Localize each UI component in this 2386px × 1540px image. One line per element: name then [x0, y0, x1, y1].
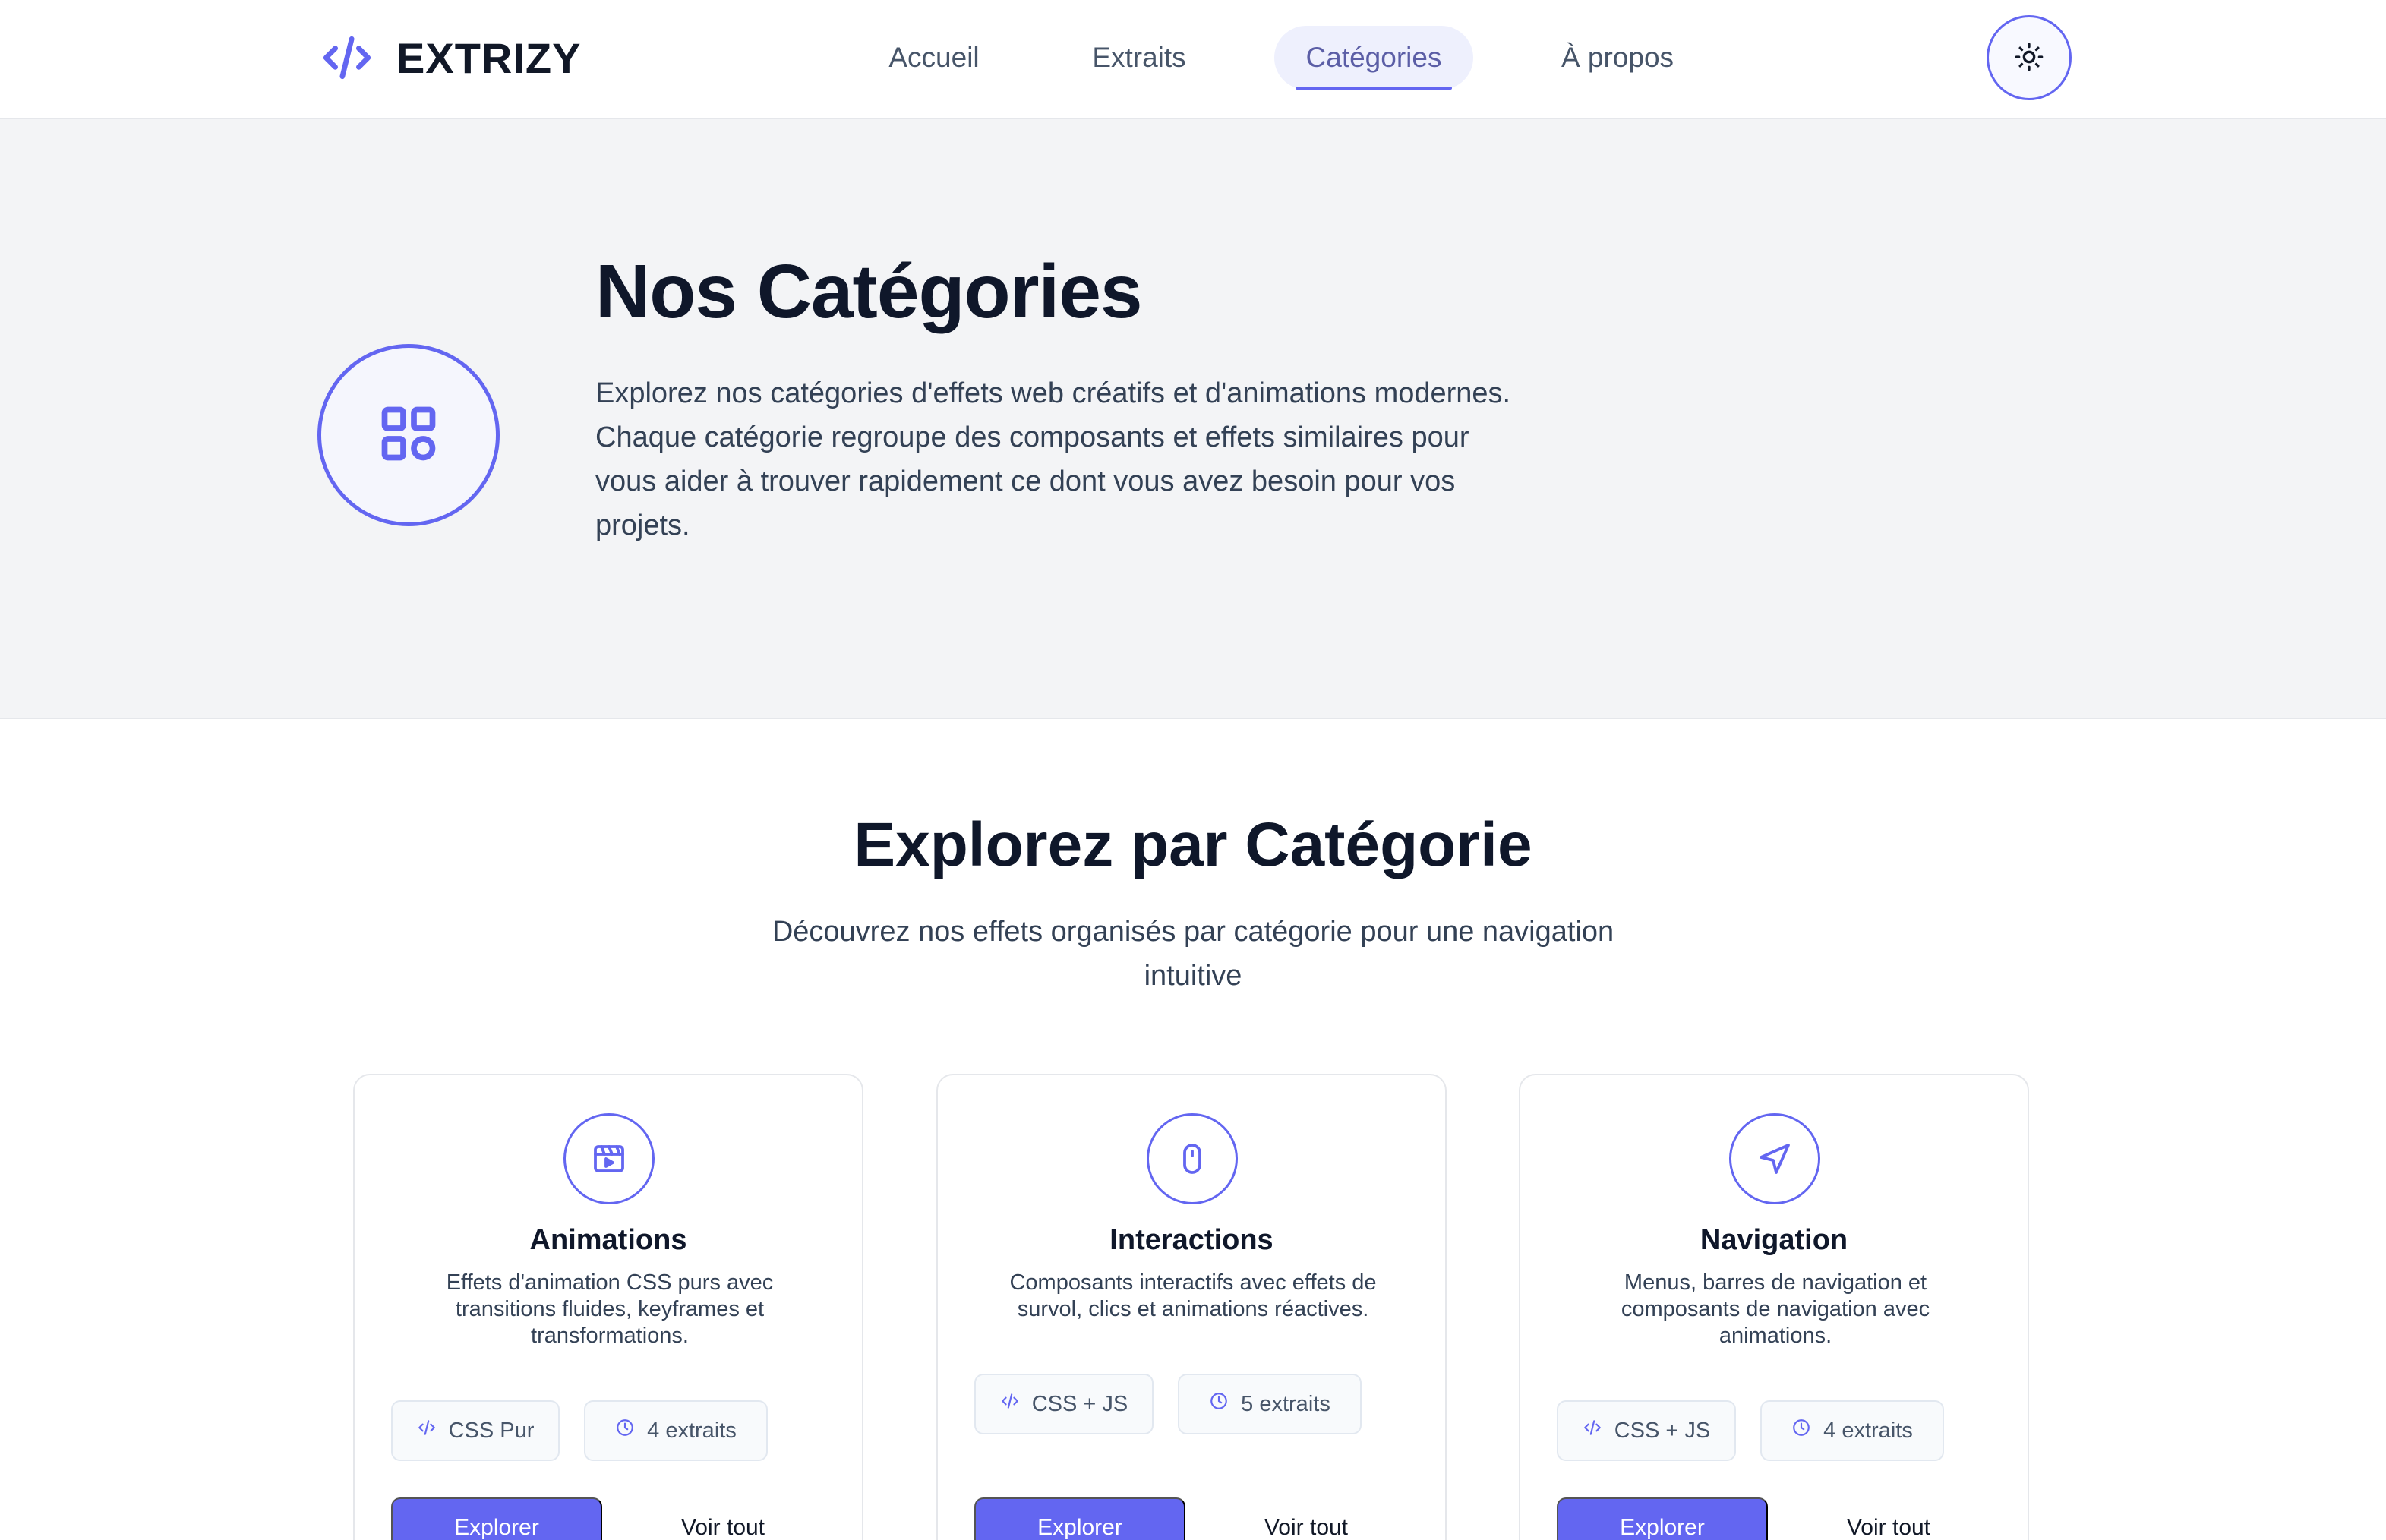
active-underline	[1296, 87, 1452, 90]
clock-icon	[615, 1418, 635, 1444]
category-card-interactions: Interactions Composants interactifs avec…	[936, 1074, 1447, 1540]
count-chip-label: 4 extraits	[1823, 1418, 1913, 1443]
card-description: Composants interactifs avec effets de su…	[1009, 1270, 1377, 1321]
brand-name: EXTRIZY	[396, 33, 582, 82]
tech-chip-label: CSS + JS	[1031, 1391, 1128, 1416]
tech-chip-label: CSS Pur	[448, 1418, 535, 1443]
count-chip-label: 5 extraits	[1241, 1391, 1330, 1416]
card-title: Navigation	[1700, 1224, 1848, 1256]
nav-link-accueil[interactable]: Accueil	[866, 26, 1002, 90]
navigation-arrow-icon	[1729, 1113, 1820, 1204]
card-title: Interactions	[1109, 1224, 1273, 1256]
category-card-animations: Animations Effets d'animation CSS purs a…	[353, 1074, 863, 1540]
explore-button[interactable]: Explorer	[391, 1497, 602, 1540]
clapperboard-icon	[563, 1113, 655, 1204]
brand-logo[interactable]: EXTRIZY	[319, 29, 581, 87]
code-icon	[319, 30, 375, 86]
count-chip: 5 extraits	[1178, 1374, 1362, 1434]
count-chip-label: 4 extraits	[647, 1418, 737, 1443]
nav-link-categories[interactable]: Catégories	[1274, 26, 1473, 90]
code-icon	[417, 1418, 437, 1444]
hero-section: Nos Catégories Explorez nos catégories d…	[0, 119, 2386, 719]
tech-chip: CSS + JS	[1557, 1400, 1736, 1461]
category-card-navigation: Navigation Menus, barres de navigation e…	[1519, 1074, 2029, 1540]
nav-link-a-propos[interactable]: À propos	[1542, 26, 1693, 90]
view-all-link[interactable]: Voir tout	[636, 1497, 810, 1540]
view-all-link[interactable]: Voir tout	[1801, 1497, 1976, 1540]
clock-icon	[1209, 1391, 1229, 1417]
count-chip: 4 extraits	[1760, 1400, 1944, 1461]
grid-icon	[377, 402, 440, 469]
code-icon	[1583, 1418, 1602, 1444]
card-description: Menus, barres de navigation et composant…	[1621, 1270, 1930, 1348]
nav-link-extraits[interactable]: Extraits	[1071, 26, 1207, 90]
explore-button[interactable]: Explorer	[974, 1497, 1185, 1540]
tech-chip-label: CSS + JS	[1614, 1418, 1711, 1443]
tech-chip: CSS Pur	[391, 1400, 560, 1461]
section-subtitle: Découvrez nos effets organisés par catég…	[772, 916, 1614, 992]
tech-chip: CSS + JS	[974, 1374, 1154, 1434]
clock-icon	[1791, 1418, 1811, 1444]
hero-description: Explorez nos catégories d'effets web cré…	[595, 377, 1511, 541]
sun-icon	[2014, 42, 2044, 74]
code-icon	[1000, 1391, 1020, 1417]
nav-link-categories-label: Catégories	[1305, 42, 1442, 73]
explore-button[interactable]: Explorer	[1557, 1497, 1768, 1540]
theme-toggle-button[interactable]	[1987, 15, 2072, 100]
section-title: Explorez par Catégorie	[854, 810, 1532, 879]
card-title: Animations	[529, 1224, 687, 1256]
count-chip: 4 extraits	[584, 1400, 768, 1461]
top-navbar: EXTRIZY Accueil Extraits Catégories À pr…	[0, 0, 2386, 119]
hero-icon-circle	[317, 344, 500, 526]
page-title: Nos Catégories	[595, 249, 1143, 334]
card-description: Effets d'animation CSS purs avec transit…	[446, 1270, 774, 1348]
mouse-icon	[1147, 1113, 1238, 1204]
view-all-link[interactable]: Voir tout	[1219, 1497, 1393, 1540]
